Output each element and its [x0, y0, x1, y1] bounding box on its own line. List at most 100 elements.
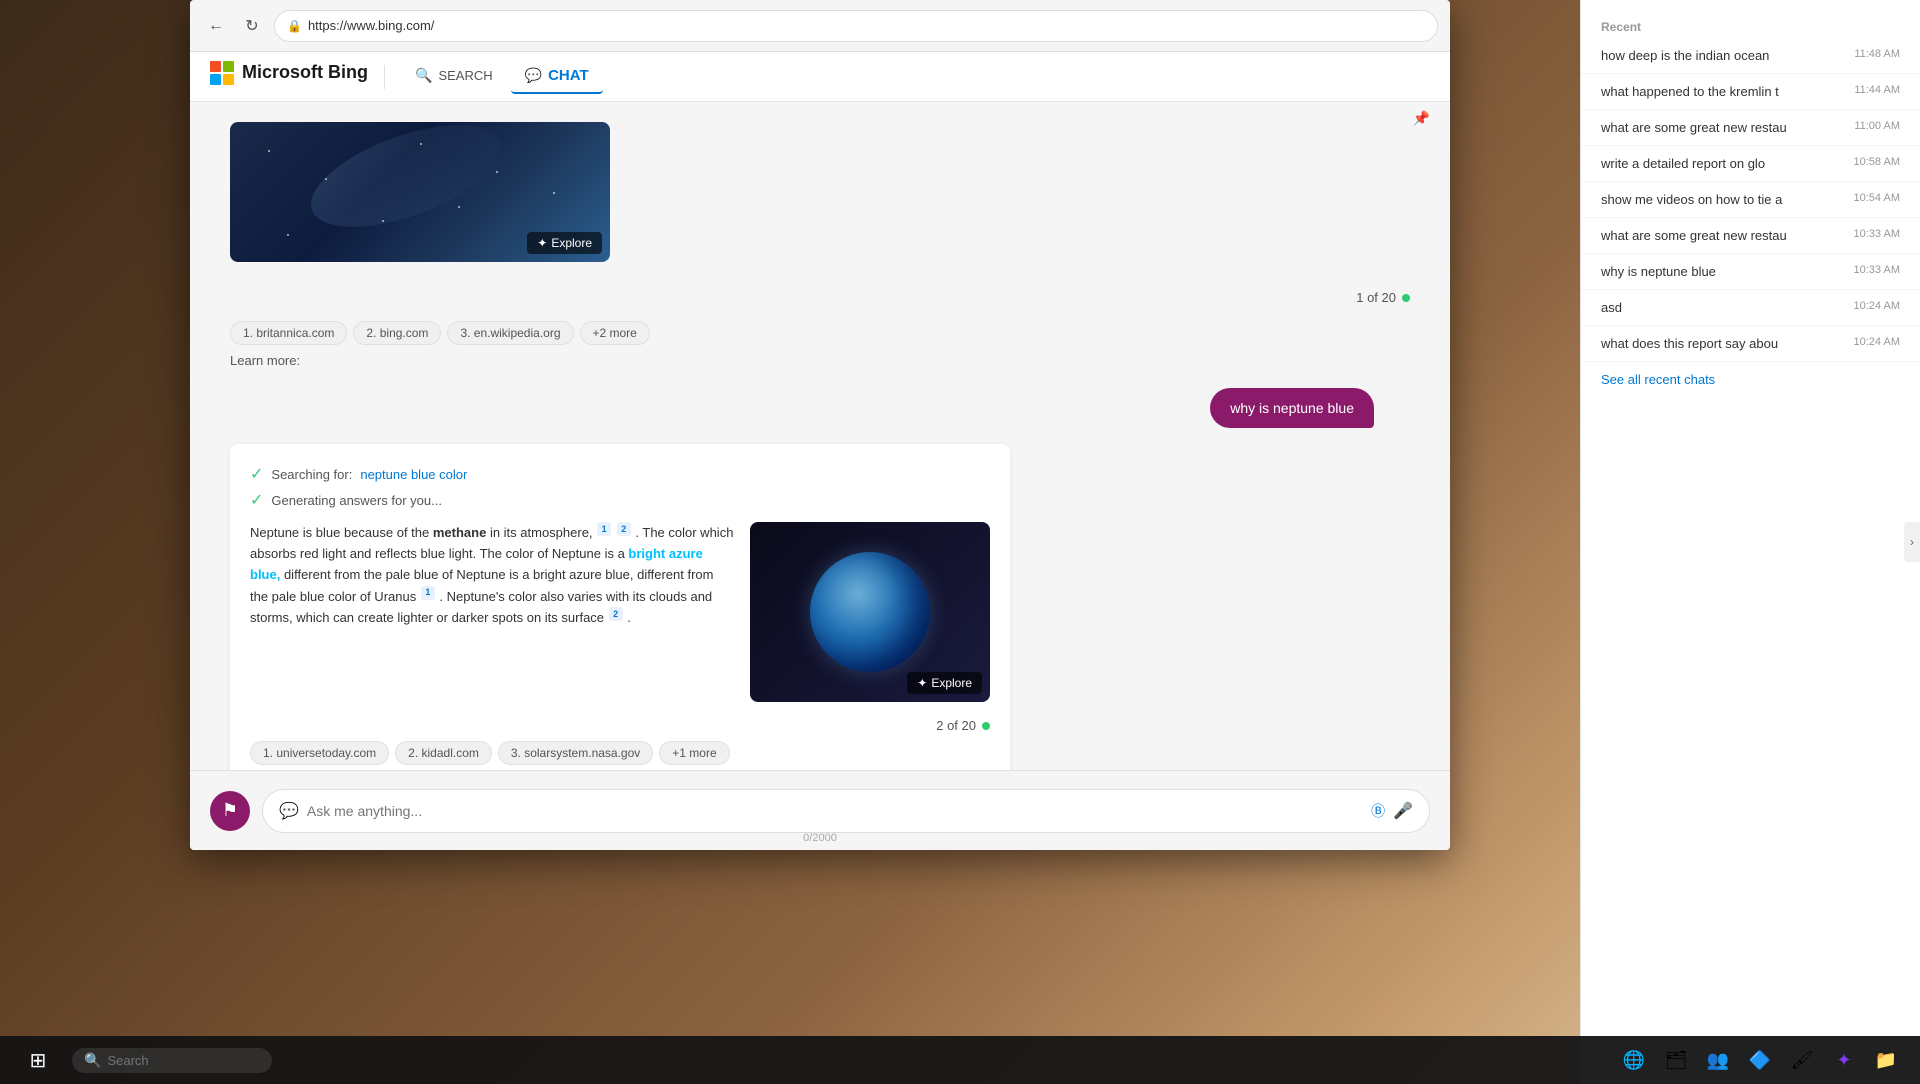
refresh-button[interactable]: ↻ [238, 12, 266, 40]
source-chip-2[interactable]: 3. solarsystem.nasa.gov [498, 741, 653, 765]
space-image: ✦ Explore [230, 122, 610, 262]
sources-block-1: 1. britannica.com 2. bing.com 3. en.wiki… [230, 321, 1410, 372]
microphone-icon[interactable]: 🎤 [1393, 801, 1413, 821]
char-count: 0/2000 [803, 832, 837, 844]
taskbar: ⊞ 🔍 🌐 🗂 👥 🔷 🖌 ✦ 📁 [0, 1036, 1920, 1084]
avatar-icon: ⚑ [222, 800, 238, 821]
tab-search[interactable]: 🔍 SEARCH [401, 59, 507, 94]
chat-input[interactable] [307, 803, 1363, 819]
explore-button-1[interactable]: ✦ Explore [527, 232, 602, 254]
footnote-3: 1 [421, 586, 435, 600]
footnote-1: 1 [597, 522, 611, 536]
chat-nav-icon: 💬 [525, 67, 542, 84]
taskbar-browser-icon[interactable]: 🌐 [1616, 1042, 1652, 1078]
tab-chat[interactable]: 💬 CHAT [511, 59, 603, 94]
taskbar-search-input[interactable] [107, 1053, 257, 1068]
learn-more-text: Learn more: [230, 353, 300, 368]
search-nav-icon: 🔍 [415, 67, 432, 84]
logo-sq-red [210, 61, 221, 72]
star [268, 150, 270, 152]
pin-button[interactable]: 📌 [1413, 110, 1430, 127]
source-chip-2[interactable]: +1 more [659, 741, 729, 765]
user-avatar: ⚑ [210, 791, 250, 831]
neptune-text: Neptune is blue because of the methane i… [250, 522, 734, 702]
source-chip[interactable]: 3. en.wikipedia.org [447, 321, 573, 345]
source-links-1: 1. britannica.com 2. bing.com 3. en.wiki… [230, 321, 1410, 345]
star [553, 192, 555, 194]
source-links-2: 1. universetoday.com 2. kidadl.com 3. so… [250, 741, 990, 765]
taskbar-store-icon[interactable]: 🗂 [1658, 1042, 1694, 1078]
see-all-chats-link[interactable]: See all recent chats [1581, 362, 1920, 397]
bing-logo-text: Microsoft Bing [242, 62, 368, 83]
taskbar-teams-icon[interactable]: 👥 [1700, 1042, 1736, 1078]
learn-more-label-1: Learn more: [230, 353, 1410, 368]
search-tab-label: SEARCH [438, 68, 492, 83]
generating-label: Generating answers for you... [271, 493, 442, 508]
divider [384, 65, 385, 89]
footnote-2: 2 [617, 522, 631, 536]
microsoft-logo [210, 61, 234, 85]
source-chip[interactable]: +2 more [580, 321, 650, 345]
windows-icon: ⊞ [30, 1048, 47, 1073]
recent-chats-list: how deep is the indian ocean 11:48 AM wh… [1581, 38, 1920, 397]
second-response-block: ✓ Searching for: neptune blue color ✓ Ge… [230, 444, 1010, 770]
taskbar-explorer-icon[interactable]: 📁 [1868, 1042, 1904, 1078]
input-area: ⚑ 💬 Ⓑ 🎤 0/2000 [190, 770, 1450, 850]
sidebar-collapse-btn[interactable]: › [1904, 522, 1920, 562]
source-chip[interactable]: 1. britannica.com [230, 321, 347, 345]
explore-button-neptune[interactable]: ✦ Explore [907, 672, 982, 694]
recent-chat-item[interactable]: how deep is the indian ocean 11:48 AM [1581, 38, 1920, 74]
chat-tab-label: CHAT [548, 67, 589, 84]
generating-status: ✓ Generating answers for you... [250, 490, 990, 510]
explore-icon: ✦ [537, 236, 547, 250]
star [287, 234, 289, 236]
recent-chat-item[interactable]: show me videos on how to tie a 10:54 AM [1581, 182, 1920, 218]
taskbar-search-icon: 🔍 [84, 1052, 101, 1069]
source-chip[interactable]: 2. bing.com [353, 321, 441, 345]
search-status: ✓ Searching for: neptune blue color ✓ Ge… [250, 464, 990, 510]
url-text: https://www.bing.com/ [308, 18, 434, 33]
chat-input-box[interactable]: 💬 Ⓑ 🎤 [262, 789, 1430, 833]
explore-label-neptune: Explore [931, 676, 972, 690]
recent-chat-item[interactable]: write a detailed report on glo 10:58 AM [1581, 146, 1920, 182]
response-counter-2: 2 of 20 [250, 710, 990, 741]
source-chip-2[interactable]: 1. universetoday.com [250, 741, 389, 765]
recent-chat-item[interactable]: why is neptune blue 10:33 AM [1581, 254, 1920, 290]
lock-icon: 🔒 [287, 19, 302, 33]
taskbar-search-box[interactable]: 🔍 [72, 1048, 272, 1073]
response-counter-1: 1 of 20 [230, 282, 1410, 313]
bing-logo: Microsoft Bing [210, 53, 368, 93]
browser-chrome: ← ↻ 🔒 https://www.bing.com/ [190, 0, 1450, 52]
neptune-image-card: ✦ Explore [750, 522, 990, 702]
user-message: why is neptune blue [1210, 388, 1374, 428]
address-bar[interactable]: 🔒 https://www.bing.com/ [274, 10, 1438, 42]
taskbar-paint-icon[interactable]: 🖌 [1784, 1042, 1820, 1078]
check-icon-2: ✓ [250, 490, 263, 510]
explore-label-1: Explore [551, 236, 592, 250]
bing-input-icon: Ⓑ [1371, 801, 1385, 821]
searching-label: Searching for: [271, 467, 352, 482]
taskbar-edge-icon[interactable]: 🔷 [1742, 1042, 1778, 1078]
explore-icon-neptune: ✦ [917, 676, 927, 690]
recent-chat-item[interactable]: what are some great new restau 11:00 AM [1581, 110, 1920, 146]
search-term-text: neptune blue color [360, 467, 467, 482]
recent-chat-item[interactable]: what happened to the kremlin t 11:44 AM [1581, 74, 1920, 110]
laptop-screen: ← ↻ 🔒 https://www.bing.com/ Microsoft Bi… [190, 0, 1450, 850]
chat-main: ✦ Explore 1 of 20 1. britannica.com 2. b… [190, 102, 1450, 770]
recent-chat-item[interactable]: what are some great new restau 10:33 AM [1581, 218, 1920, 254]
first-response-block: ✦ Explore 1 of 20 1. britannica.com 2. b… [230, 122, 1410, 372]
user-message-container: why is neptune blue [230, 388, 1410, 428]
windows-start-btn[interactable]: ⊞ [16, 1038, 60, 1082]
counter-text-1: 1 of 20 [1356, 290, 1396, 305]
source-chip-2[interactable]: 2. kidadl.com [395, 741, 492, 765]
recent-chat-item[interactable]: what does this report say abou 10:24 AM [1581, 326, 1920, 362]
taskbar-icons: 🌐 🗂 👥 🔷 🖌 ✦ 📁 [1616, 1042, 1904, 1078]
back-button[interactable]: ← [202, 12, 230, 40]
recent-chat-item[interactable]: asd 10:24 AM [1581, 290, 1920, 326]
recent-chats-header: Recent [1581, 12, 1920, 38]
star [458, 206, 460, 208]
counter-text-2: 2 of 20 [936, 718, 976, 733]
neptune-planet [810, 552, 930, 672]
logo-sq-yellow [223, 74, 234, 85]
taskbar-copilot-icon[interactable]: ✦ [1826, 1042, 1862, 1078]
